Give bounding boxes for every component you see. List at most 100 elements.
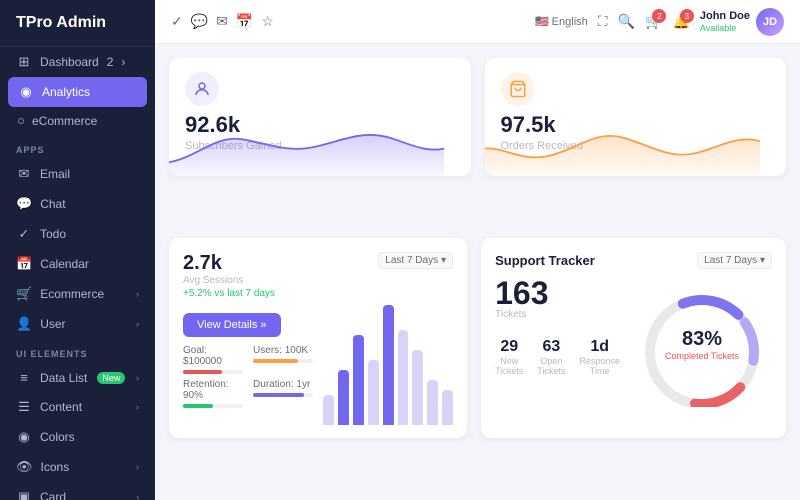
sidebar-item-calendar[interactable]: 📅 Calendar [0,249,155,279]
sessions-card: 2.7k Avg Sessions +5.2% vs last 7 days L… [169,238,467,438]
ecommerce2-icon: 🛒 [16,286,32,302]
icons-arrow: › [136,462,139,472]
sessions-sublabel: Avg Sessions [183,275,275,286]
expand-icon[interactable]: ⛶ [598,13,608,30]
metric-users-label: Users: 100K [253,345,313,356]
support-body: 163 Tickets 29 New Tickets 63 Open Ticke… [495,277,772,407]
cart-badge: 2 [652,9,666,23]
sidebar: TPro Admin ⊞ Dashboard 2 › ◉ Analytics e… [0,0,155,500]
support-card: Support Tracker Last 7 Days ▾ 163 Ticket… [481,238,786,438]
new-tickets-label: New Tickets [495,356,523,376]
gauge-percent-text: 83% [682,328,722,350]
calendar-icon: 📅 [16,256,32,272]
sidebar-item-datalist[interactable]: ≡ Data List New › [0,363,155,392]
sidebar-item-icons[interactable]: 👁 Icons › [0,452,155,482]
view-details-button[interactable]: View Details » [183,313,281,337]
sidebar-item-label: Analytics [42,85,90,99]
sidebar-item-label: Dashboard [40,55,99,69]
metric-goal-bar-bg [183,370,243,374]
support-header: Support Tracker Last 7 Days ▾ [495,252,772,269]
sidebar-item-label: Email [40,167,70,181]
gauge-container: 83% Completed Tickets [632,277,772,407]
sessions-metrics: Goal: $100000 Users: 100K [183,345,313,408]
bar-3 [353,335,364,425]
metric-users: Users: 100K [253,345,313,374]
ui-section-label: UI ELEMENTS [0,339,155,363]
support-left: 163 Tickets 29 New Tickets 63 Open Ticke… [495,277,620,407]
sidebar-item-ecommerce[interactable]: eCommerce [0,107,155,135]
metric-goal-label: Goal: $100000 [183,345,243,367]
notif-button[interactable]: 🔔 3 [672,13,689,30]
sidebar-item-label: Card [40,490,66,500]
orders-icon [501,72,535,106]
topbar-right: 🇺🇸 English ⛶ 🔍 🛒 2 🔔 3 John Doe Availabl… [535,8,784,36]
cart-button[interactable]: 🛒 2 [645,13,662,30]
sidebar-item-label: eCommerce [32,114,97,128]
email-icon: ✉ [16,166,32,182]
bar-4 [368,360,379,425]
metric-retention-label: Retention: 90% [183,379,243,401]
orders-chart [485,121,760,176]
metric-row-1: Goal: $100000 Users: 100K [183,345,313,374]
tickets-label: Tickets [495,309,620,320]
content-grid: 92.6k Subscribers Gained [155,44,800,500]
sidebar-item-label: Content [40,400,82,414]
sidebar-item-label: Data List [40,371,87,385]
response-time-value: 1d [579,338,620,356]
metric-goal-bar [183,370,222,374]
sidebar-item-card[interactable]: ▣ Card › [0,482,155,500]
flag-icon: 🇺🇸 [535,15,549,28]
gauge-svg: 83% Completed Tickets [632,277,772,407]
user-info[interactable]: John Doe Available JD [700,8,784,36]
sidebar-item-label: Icons [41,460,70,474]
sidebar-item-colors[interactable]: ◉ Colors [0,422,155,452]
language-selector[interactable]: 🇺🇸 English [535,15,588,28]
sidebar-item-ecommerce2[interactable]: 🛒 Ecommerce › [0,279,155,309]
badge-arrow: ▾ [441,255,446,266]
topbar-icons: ✓ 💬 ✉ 📅 ☆ [171,13,525,30]
metric-duration-bar-bg [253,393,313,397]
star-icon[interactable]: ☆ [261,13,274,30]
metric-retention-bar-bg [183,404,243,408]
subscribers-card: 92.6k Subscribers Gained [169,58,471,176]
sessions-badge[interactable]: Last 7 Days ▾ [378,252,453,269]
metric-users-bar [253,359,298,363]
support-badge[interactable]: Last 7 Days ▾ [697,252,772,269]
sidebar-item-label: Colors [40,430,75,444]
support-badge-arrow: ▾ [760,255,765,266]
content-arrow: › [136,402,139,412]
mail-icon[interactable]: ✉ [216,13,228,30]
icons-icon: 👁 [16,459,33,475]
check-icon[interactable]: ✓ [171,13,183,30]
sidebar-item-chat[interactable]: 💬 Chat [0,189,155,219]
gauge-completed-text: Completed Tickets [665,351,740,361]
dashboard-badge: 2 [107,55,114,69]
sidebar-item-analytics[interactable]: ◉ Analytics [8,77,147,107]
tickets-count: 163 [495,277,620,309]
sidebar-item-todo[interactable]: ✓ Todo [0,219,155,249]
apps-section-label: APPS [0,135,155,159]
metric-retention: Retention: 90% [183,379,243,408]
new-tickets-value: 29 [495,338,523,356]
sidebar-item-label: User [40,317,65,331]
stats-row: 92.6k Subscribers Gained [169,58,786,224]
response-time-stat: 1d Response Time [579,338,620,376]
message-icon[interactable]: 💬 [191,13,208,30]
sidebar-item-content[interactable]: ☰ Content › [0,392,155,422]
search-icon[interactable]: 🔍 [618,13,635,30]
sidebar-item-dashboard[interactable]: ⊞ Dashboard 2 › [0,47,155,77]
metric-goal: Goal: $100000 [183,345,243,374]
topbar-calendar-icon[interactable]: 📅 [236,13,253,30]
sessions-bar-chart [323,305,453,425]
metric-duration: Duration: 1yr [253,379,313,408]
sidebar-item-email[interactable]: ✉ Email [0,159,155,189]
badge-label: Last 7 Days [385,255,438,266]
support-badge-label: Last 7 Days [704,255,757,266]
sidebar-item-user[interactable]: 👤 User › [0,309,155,339]
avatar: JD [756,8,784,36]
chat-icon: 💬 [16,196,32,212]
ecommerce2-arrow: › [136,289,139,299]
bar-5 [383,305,394,425]
support-title: Support Tracker [495,253,595,268]
bar-1 [323,395,334,425]
